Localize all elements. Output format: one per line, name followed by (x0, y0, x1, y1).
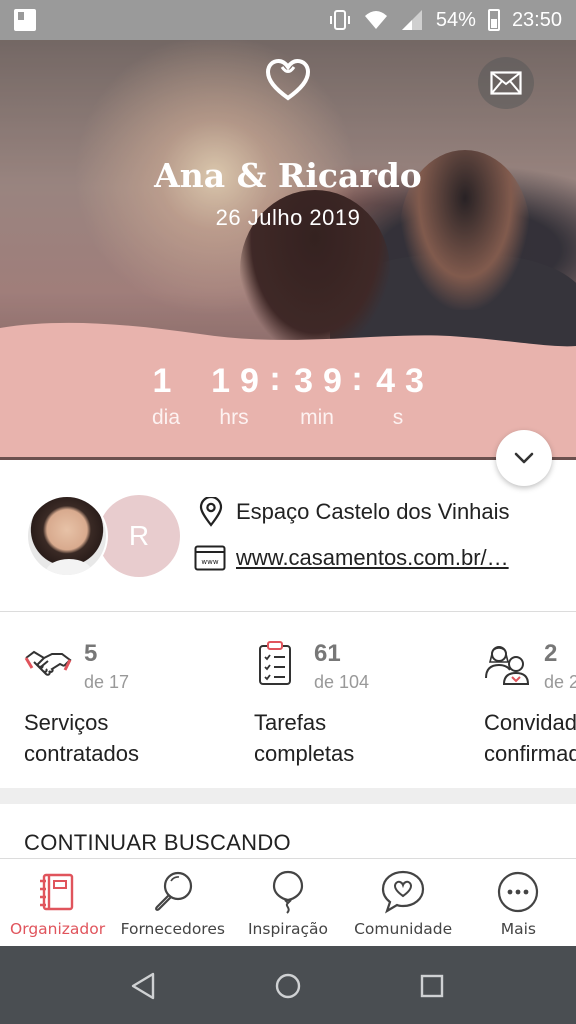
battery-percent: 54% (435, 8, 476, 31)
stat-label: Convidados confirmados (484, 710, 576, 766)
stat-label: Serviços contratados (24, 710, 139, 766)
stat-total: de 104 (314, 672, 370, 692)
balloon-icon (272, 870, 304, 914)
home-icon[interactable] (268, 966, 308, 1006)
location-pin-icon (199, 497, 223, 527)
notification-icon (14, 9, 36, 31)
handshake-icon (24, 650, 72, 676)
nav-organizer[interactable]: Organizador (0, 859, 115, 947)
countdown-seconds: 43 (376, 362, 434, 400)
back-icon[interactable] (124, 966, 164, 1006)
continue-searching-title: CONTINUAR BUSCANDO (24, 830, 291, 855)
countdown-separator: : (351, 360, 363, 398)
recents-icon[interactable] (412, 966, 452, 1006)
checklist-icon (259, 641, 291, 685)
heart-logo-icon (265, 58, 311, 101)
magnifier-icon (154, 871, 192, 911)
nav-label: Fornecedores (120, 920, 225, 938)
svg-text:www: www (201, 558, 218, 566)
partner-avatar[interactable]: R (98, 495, 180, 577)
user-avatar[interactable] (26, 495, 108, 577)
section-divider (0, 788, 576, 804)
couple-names: Ana & Ricardo (154, 156, 422, 195)
battery-icon (487, 9, 500, 31)
messages-button[interactable] (478, 57, 534, 109)
nav-inspiration[interactable]: Inspiração (230, 859, 345, 947)
stat-count: 5 (84, 640, 98, 667)
countdown-seconds-label: s (392, 406, 404, 429)
stat-services[interactable]: 5 de 17 Serviços contratados (24, 612, 254, 788)
planner-icon (39, 873, 73, 911)
stat-total: de 2 (544, 672, 576, 692)
nav-more[interactable]: Mais (461, 859, 576, 947)
countdown-minutes-label: min (300, 406, 334, 429)
wedding-date: 26 Julho 2019 (215, 205, 361, 230)
nav-vendors[interactable]: Fornecedores (115, 859, 230, 947)
nav-community[interactable]: Comunidade (346, 859, 461, 947)
stat-guests[interactable]: 2 de 2 Convidados confirmados (484, 612, 576, 788)
clock: 23:50 (511, 8, 562, 31)
more-icon (498, 871, 539, 913)
mail-icon (490, 71, 522, 95)
countdown-hours-label: hrs (219, 406, 249, 429)
vibrate-icon (329, 10, 350, 30)
website-icon: www (194, 545, 226, 571)
wifi-icon (364, 11, 387, 29)
chat-heart-icon (382, 870, 425, 914)
stat-count: 2 (544, 640, 558, 667)
guests-icon (485, 646, 530, 685)
wedding-info: R Espaço Castelo dos Vinhais www www.cas… (0, 457, 576, 612)
stat-count: 61 (314, 640, 341, 667)
status-bar: 54% 23:50 (0, 0, 576, 40)
stat-total: de 17 (84, 672, 130, 692)
nav-label: Organizador (10, 920, 106, 938)
website-row[interactable]: www www.casamentos.com.br/… (194, 545, 541, 571)
stats-section: 5 de 17 Serviços contratados 61 de 104 T… (0, 612, 576, 788)
stat-tasks[interactable]: 61 de 104 Tarefas completas (254, 612, 484, 788)
nav-label: Inspiração (247, 920, 328, 938)
signal-icon (401, 10, 422, 30)
stat-label: Tarefas completas (254, 710, 355, 766)
venue-name: Espaço Castelo dos Vinhais (236, 499, 510, 524)
venue-row[interactable]: Espaço Castelo dos Vinhais (198, 497, 510, 527)
system-navigation-bar (0, 946, 576, 1024)
countdown-days-label: dia (151, 406, 181, 429)
countdown-separator: : (269, 360, 281, 398)
countdown-days: 1 (152, 362, 182, 400)
nav-label: Comunidade (354, 920, 453, 938)
bottom-navigation: Organizador Fornecedores Inspiração Comu… (0, 858, 576, 946)
website-link[interactable]: www.casamentos.com.br/… (236, 545, 541, 571)
nav-label: Mais (500, 920, 536, 938)
